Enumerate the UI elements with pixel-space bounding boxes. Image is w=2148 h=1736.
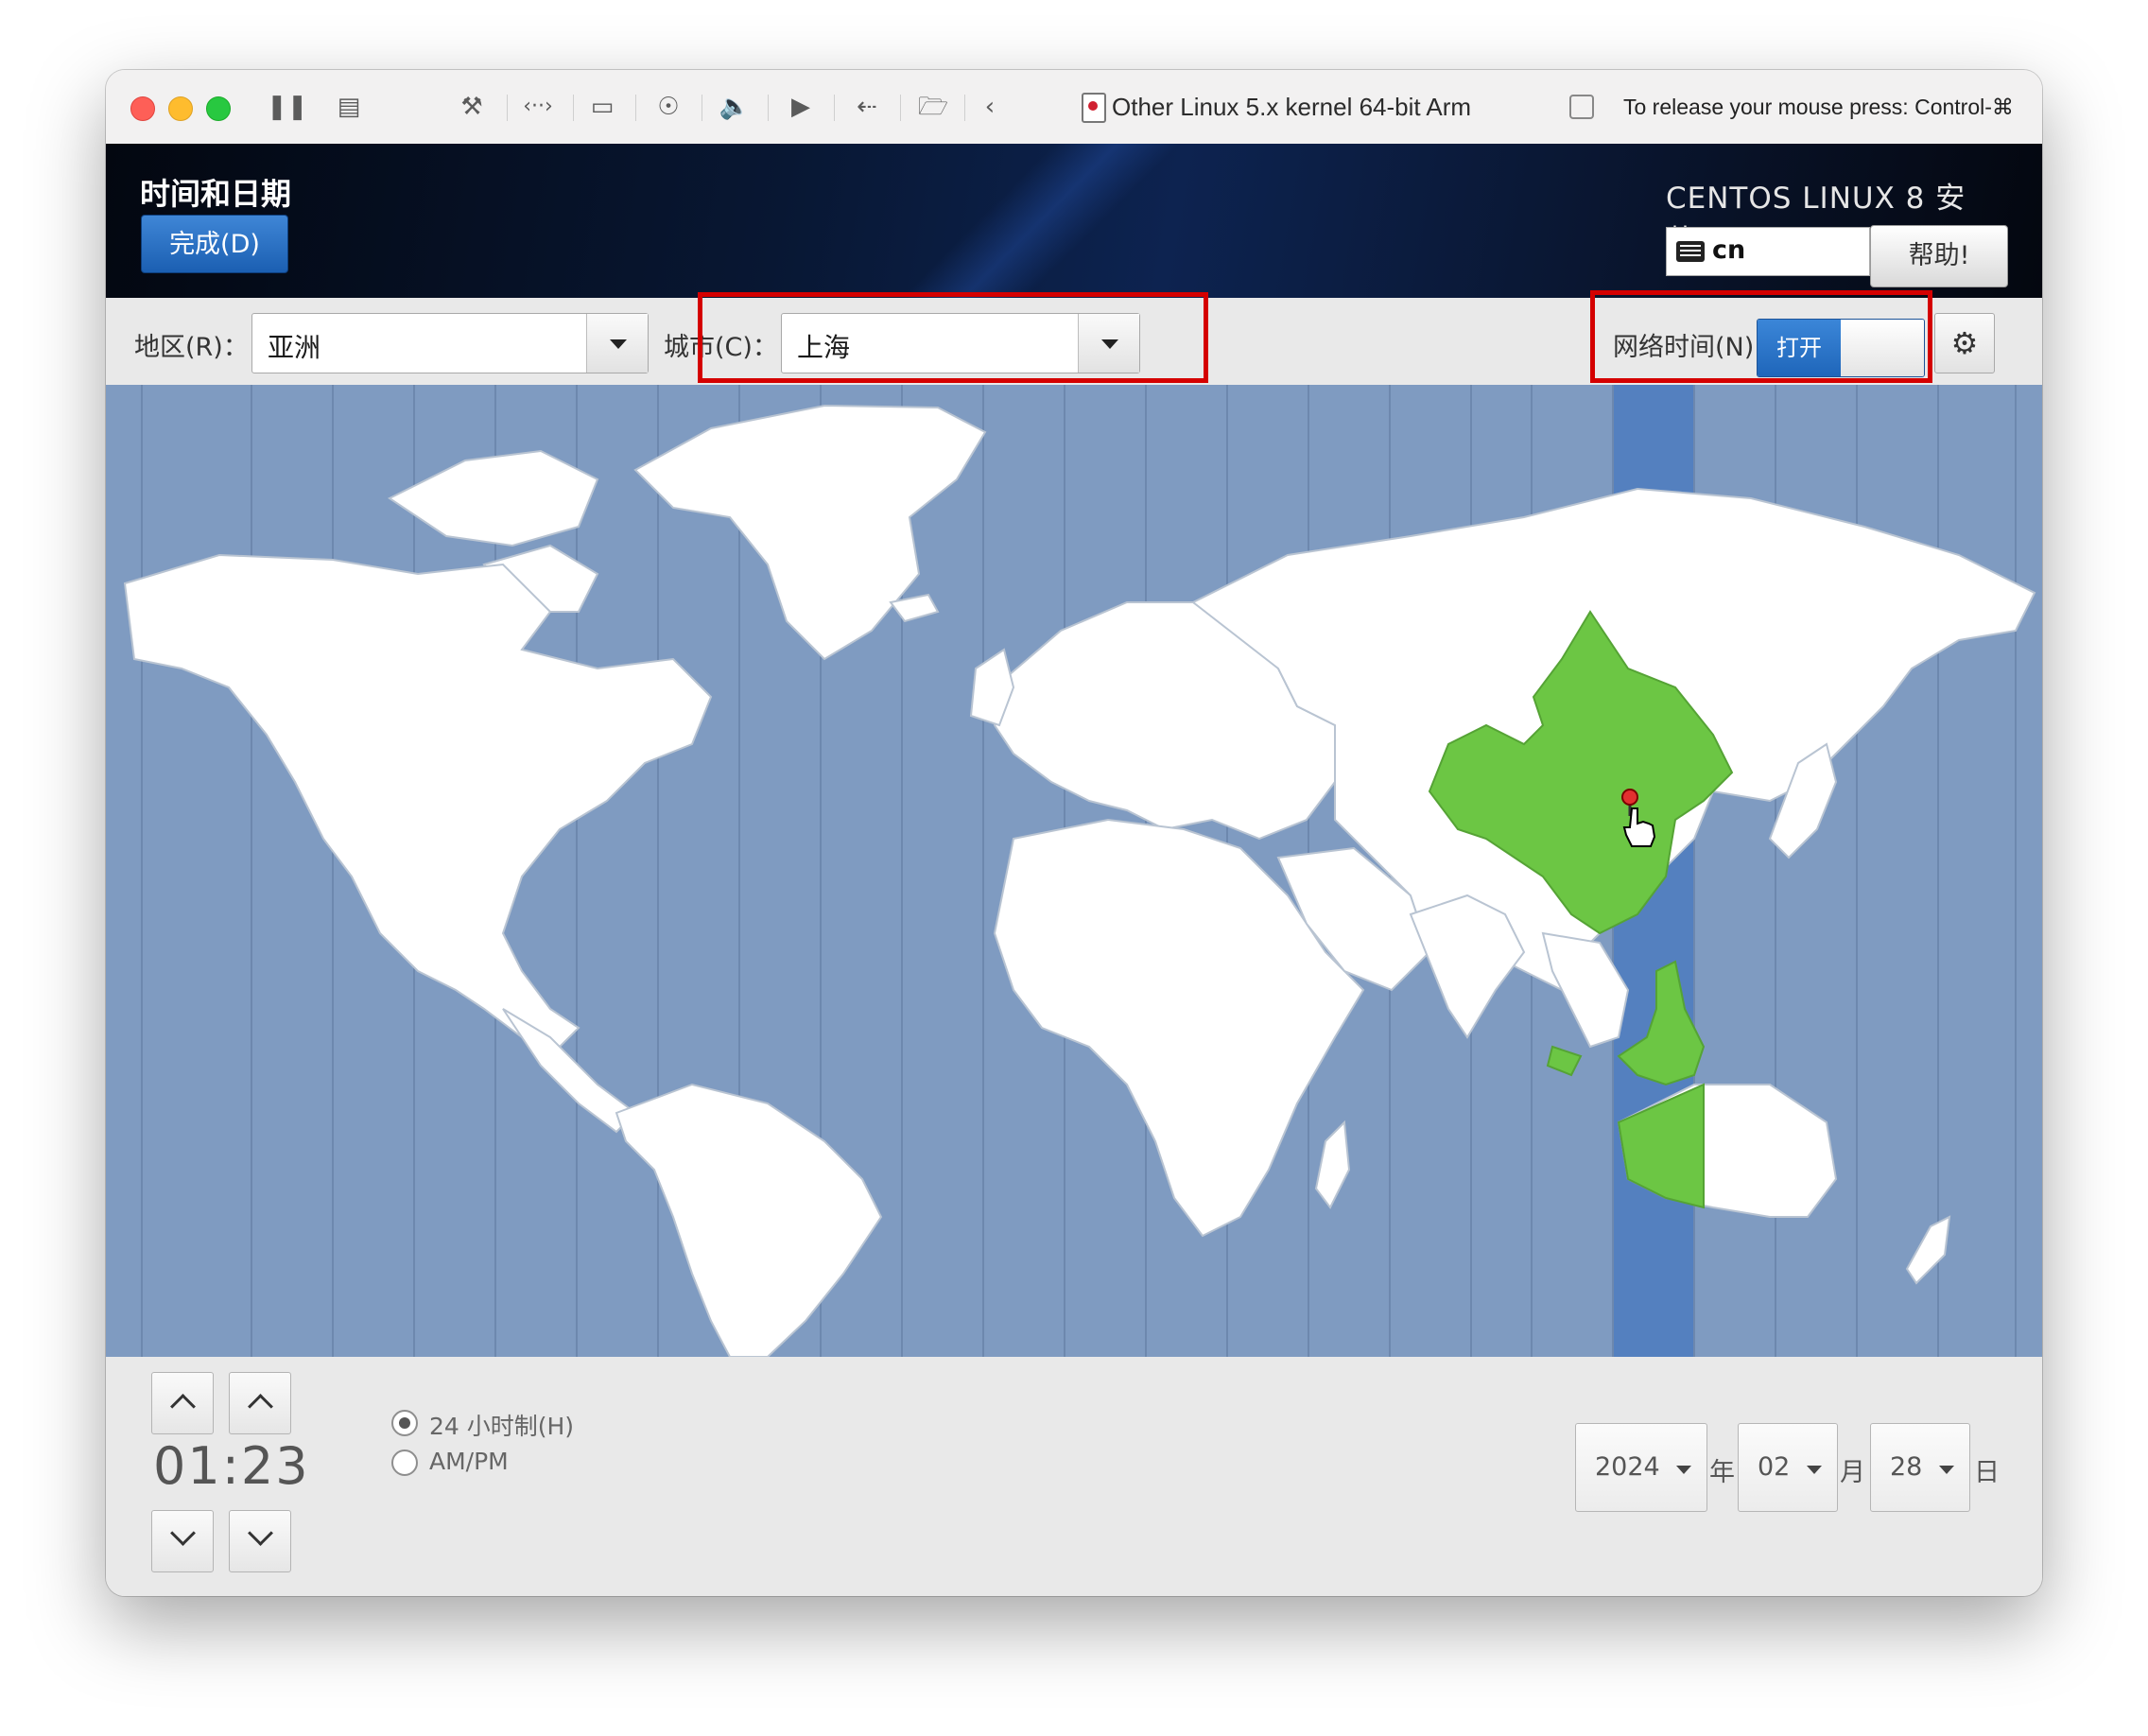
minute-down-button[interactable] (229, 1510, 291, 1572)
vm-document-icon (1082, 93, 1106, 123)
chevron-down-icon (1939, 1466, 1954, 1474)
snapshot-icon[interactable]: ▤ (333, 89, 365, 125)
close-window-button[interactable] (130, 96, 155, 121)
format-ampm-radio[interactable] (391, 1450, 418, 1476)
chevron-down-icon (1807, 1466, 1822, 1474)
year-value: 2024 (1595, 1452, 1660, 1482)
chevron-up-icon (248, 1394, 273, 1419)
window-mode-icon[interactable] (1569, 95, 1594, 119)
help-button[interactable]: 帮助! (1870, 225, 2008, 287)
chevron-down-icon (170, 1520, 196, 1546)
ntp-settings-button[interactable]: ⚙ (1934, 313, 1995, 373)
time-date-panel: 01:23 24 小时制(H) AM/PM 2024 年 02 月 28 日 (106, 1357, 2042, 1596)
new-zealand-landmass (1905, 1215, 1951, 1285)
chevron-down-icon (248, 1520, 273, 1546)
format-24h-label: 24 小时制(H) (429, 1413, 575, 1440)
format-ampm-label: AM/PM (429, 1448, 509, 1475)
north-america-landmass (123, 553, 713, 1049)
wrench-icon[interactable]: ⚒ (456, 89, 488, 125)
day-unit: 日 (1974, 1458, 2000, 1487)
vm-title: Other Linux 5.x kernel 64-bit Arm (1112, 93, 1472, 121)
month-value: 02 (1758, 1452, 1791, 1482)
timezone-map[interactable] (106, 385, 2042, 1357)
video-camera-icon[interactable]: ▶ (785, 89, 817, 125)
speaker-icon[interactable]: 🔈 (719, 89, 751, 125)
region-value: 亚洲 (268, 332, 321, 363)
day-combo[interactable]: 28 (1870, 1423, 1970, 1512)
month-unit: 月 (1840, 1458, 1865, 1487)
chevron-left-icon[interactable]: ‹ (976, 89, 1004, 125)
world-map-graphic[interactable] (106, 385, 2042, 1357)
shared-folder-icon[interactable]: 🗁 (917, 89, 949, 125)
keyboard-layout-indicator[interactable]: cn (1666, 227, 1870, 276)
installer-header: 时间和日期 完成(D) CENTOS LINUX 8 安装 cn 帮助! (106, 144, 2042, 298)
network-time-highlight-box (1590, 290, 1932, 383)
year-combo[interactable]: 2024 (1575, 1423, 1707, 1512)
city-highlight-box (698, 292, 1208, 383)
done-button[interactable]: 完成(D) (141, 215, 288, 273)
chevron-up-icon (170, 1394, 196, 1419)
arctic-islands-landmass (388, 449, 599, 547)
minimize-window-button[interactable] (168, 96, 193, 121)
continents (123, 404, 2036, 1357)
format-24h-radio[interactable] (391, 1410, 418, 1436)
day-value: 28 (1890, 1452, 1923, 1482)
year-unit: 年 (1709, 1458, 1735, 1487)
release-mouse-hint: To release your mouse press: Control-⌘ (1623, 95, 2014, 119)
madagascar-landmass (1314, 1120, 1351, 1209)
india-landmass (1409, 894, 1526, 1039)
pause-icon[interactable]: ❚❚ (267, 89, 308, 125)
hard-disk-icon[interactable]: ▭ (586, 89, 618, 125)
region-dropdown-arrow-icon[interactable] (586, 314, 648, 373)
page-title: 时间和日期 (140, 176, 292, 212)
zoom-window-button[interactable] (206, 96, 231, 121)
hour-down-button[interactable] (151, 1510, 214, 1572)
timezone-selector-row: 地区(R)： 亚洲 城市(C)： 上海 网络时间(N) 打开 ⚙ (106, 290, 2042, 386)
month-combo[interactable]: 02 (1738, 1423, 1838, 1512)
region-label: 地区(R)： (134, 333, 249, 362)
time-display: 01:23 (153, 1436, 310, 1496)
greenland-landmass (633, 404, 987, 661)
chevron-down-icon (1676, 1466, 1691, 1474)
vm-toolbar: ❚❚ ▤ ⚒ ‹··› ▭ ☉ 🔈 ▶ ⇠ 🗁 ‹ Other Linux 5.… (106, 70, 2042, 145)
hour-up-button[interactable] (151, 1372, 214, 1434)
gear-icon: ⚙ (1950, 325, 1979, 361)
region-combo[interactable]: 亚洲 (251, 313, 649, 373)
vm-window: ❚❚ ▤ ⚒ ‹··› ▭ ☉ 🔈 ▶ ⇠ 🗁 ‹ Other Linux 5.… (106, 70, 2042, 1596)
usb-icon[interactable]: ⇠ (851, 89, 883, 125)
camera-user-icon[interactable]: ☉ (652, 89, 684, 125)
code-arrows-icon[interactable]: ‹··› (520, 89, 556, 125)
keyboard-layout-label: cn (1712, 235, 1746, 265)
south-america-landmass (615, 1083, 883, 1357)
minute-up-button[interactable] (229, 1372, 291, 1434)
keyboard-icon (1676, 241, 1705, 262)
